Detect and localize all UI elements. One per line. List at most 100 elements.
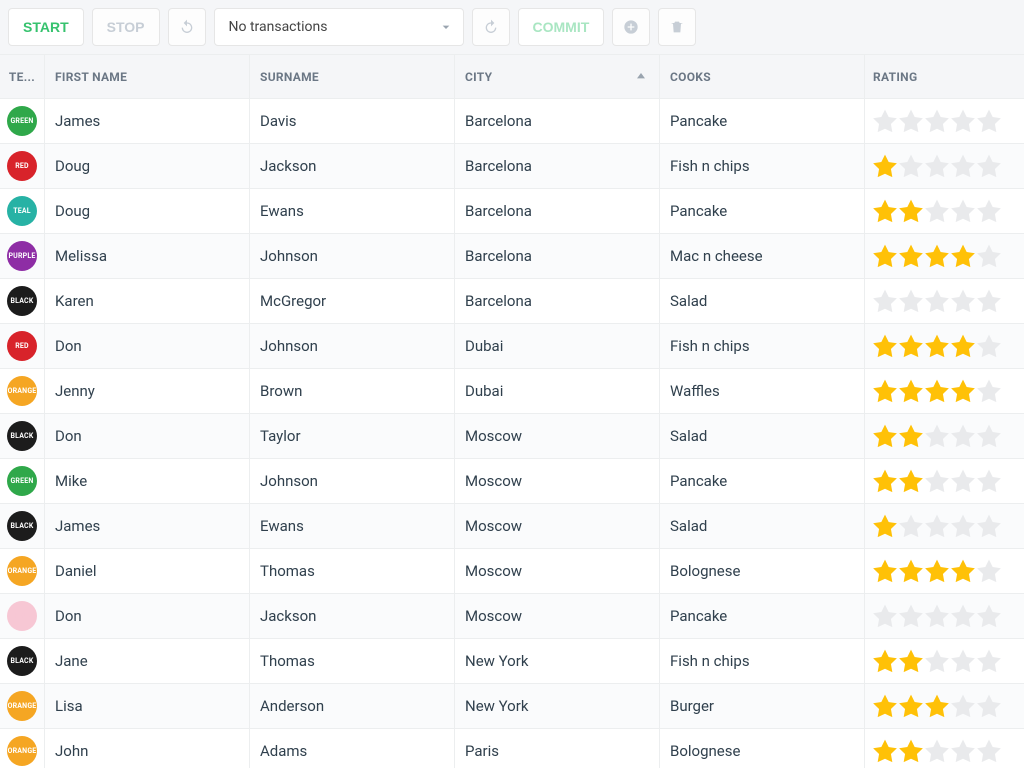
rating-stars[interactable] <box>873 604 1001 628</box>
cell-surname: Taylor <box>250 414 455 458</box>
rating-stars[interactable] <box>873 469 1001 493</box>
team-badge: ORANGE <box>7 556 37 586</box>
table-row[interactable]: PURPLEMelissaJohnsonBarcelonaMac n chees… <box>0 234 1024 279</box>
star-icon <box>951 379 975 403</box>
star-icon <box>873 379 897 403</box>
col-header-team[interactable]: TE... <box>0 55 45 98</box>
cell-rating[interactable] <box>865 234 1024 278</box>
cell-rating[interactable] <box>865 684 1024 728</box>
table-row[interactable]: ORANGEJennyBrownDubaiWaffles <box>0 369 1024 414</box>
star-icon <box>925 424 949 448</box>
commit-button[interactable]: COMMIT <box>518 8 605 46</box>
cell-rating[interactable] <box>865 549 1024 593</box>
star-icon <box>873 334 897 358</box>
table-row[interactable]: ORANGEDanielThomasMoscowBolognese <box>0 549 1024 594</box>
table-row[interactable]: GREENMikeJohnsonMoscowPancake <box>0 459 1024 504</box>
star-icon <box>977 649 1001 673</box>
transactions-select[interactable]: No transactions <box>214 8 464 46</box>
col-header-city[interactable]: CITY <box>455 55 660 98</box>
cell-cooks: Pancake <box>660 189 865 233</box>
data-table: TE... FIRST NAME SURNAME CITY COOKS RATI… <box>0 54 1024 768</box>
star-icon <box>873 109 897 133</box>
table-row[interactable]: BLACKJamesEwansMoscowSalad <box>0 504 1024 549</box>
star-icon <box>873 739 897 763</box>
star-icon <box>873 289 897 313</box>
table-row[interactable]: PINKDonJacksonMoscowPancake <box>0 594 1024 639</box>
cell-rating[interactable] <box>865 729 1024 768</box>
cell-rating[interactable] <box>865 639 1024 683</box>
rating-stars[interactable] <box>873 424 1001 448</box>
cell-rating[interactable] <box>865 459 1024 503</box>
table-row[interactable]: TEALDougEwansBarcelonaPancake <box>0 189 1024 234</box>
rating-stars[interactable] <box>873 334 1001 358</box>
cell-rating[interactable] <box>865 594 1024 638</box>
rating-stars[interactable] <box>873 154 1001 178</box>
redo-button[interactable] <box>472 8 510 46</box>
cell-rating[interactable] <box>865 414 1024 458</box>
cell-rating[interactable] <box>865 99 1024 143</box>
cell-surname: Johnson <box>250 324 455 368</box>
rating-stars[interactable] <box>873 649 1001 673</box>
rating-stars[interactable] <box>873 109 1001 133</box>
star-icon <box>925 469 949 493</box>
star-icon <box>977 514 1001 538</box>
table-row[interactable]: REDDougJacksonBarcelonaFish n chips <box>0 144 1024 189</box>
star-icon <box>951 469 975 493</box>
cell-cooks: Pancake <box>660 99 865 143</box>
cell-surname: Davis <box>250 99 455 143</box>
col-header-surname[interactable]: SURNAME <box>250 55 455 98</box>
star-icon <box>951 514 975 538</box>
cell-rating[interactable] <box>865 279 1024 323</box>
cell-cooks: Salad <box>660 279 865 323</box>
table-row[interactable]: BLACKKarenMcGregorBarcelonaSalad <box>0 279 1024 324</box>
team-badge: BLACK <box>7 646 37 676</box>
rating-stars[interactable] <box>873 694 1001 718</box>
cell-cooks: Bolognese <box>660 549 865 593</box>
rating-stars[interactable] <box>873 739 1001 763</box>
rating-stars[interactable] <box>873 289 1001 313</box>
star-icon <box>899 379 923 403</box>
star-icon <box>977 424 1001 448</box>
rating-stars[interactable] <box>873 244 1001 268</box>
cell-city: Barcelona <box>455 144 660 188</box>
star-icon <box>925 154 949 178</box>
cell-surname: Johnson <box>250 234 455 278</box>
star-icon <box>977 694 1001 718</box>
rating-stars[interactable] <box>873 199 1001 223</box>
star-icon <box>899 514 923 538</box>
star-icon <box>977 739 1001 763</box>
cell-team: TEAL <box>0 189 45 233</box>
cell-first-name: Karen <box>45 279 250 323</box>
table-row[interactable]: ORANGELisaAndersonNew YorkBurger <box>0 684 1024 729</box>
cell-rating[interactable] <box>865 144 1024 188</box>
table-row[interactable]: BLACKDonTaylorMoscowSalad <box>0 414 1024 459</box>
team-badge: BLACK <box>7 511 37 541</box>
rating-stars[interactable] <box>873 559 1001 583</box>
table-row[interactable]: REDDonJohnsonDubaiFish n chips <box>0 324 1024 369</box>
cell-city: New York <box>455 639 660 683</box>
start-button[interactable]: START <box>8 8 84 46</box>
team-badge: ORANGE <box>7 376 37 406</box>
cell-rating[interactable] <box>865 369 1024 413</box>
cell-rating[interactable] <box>865 189 1024 233</box>
cell-team: BLACK <box>0 414 45 458</box>
star-icon <box>925 694 949 718</box>
col-header-cooks[interactable]: COOKS <box>660 55 865 98</box>
stop-button[interactable]: STOP <box>92 8 160 46</box>
cell-rating[interactable] <box>865 504 1024 548</box>
col-header-rating[interactable]: RATING <box>865 55 1024 98</box>
table-row[interactable]: ORANGEJohnAdamsParisBolognese <box>0 729 1024 768</box>
cell-team: BLACK <box>0 504 45 548</box>
col-header-first-name[interactable]: FIRST NAME <box>45 55 250 98</box>
cell-rating[interactable] <box>865 324 1024 368</box>
table-row[interactable]: GREENJamesDavisBarcelonaPancake <box>0 99 1024 144</box>
delete-button[interactable] <box>658 8 696 46</box>
add-button[interactable] <box>612 8 650 46</box>
transactions-selected-label: No transactions <box>229 19 328 35</box>
cell-first-name: John <box>45 729 250 768</box>
rating-stars[interactable] <box>873 514 1001 538</box>
cell-first-name: Jenny <box>45 369 250 413</box>
table-row[interactable]: BLACKJaneThomasNew YorkFish n chips <box>0 639 1024 684</box>
rating-stars[interactable] <box>873 379 1001 403</box>
undo-button[interactable] <box>168 8 206 46</box>
